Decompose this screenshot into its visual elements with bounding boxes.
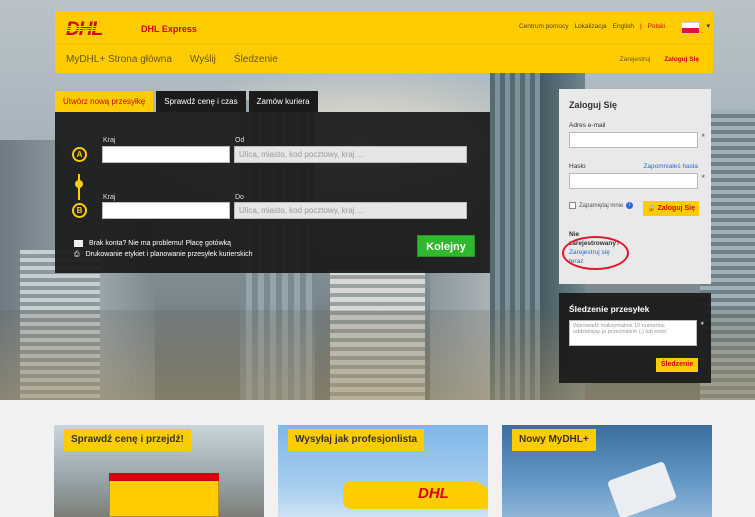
to-country-select[interactable]	[102, 202, 230, 219]
from-country-label: Kraj	[103, 137, 116, 144]
promo-cards-section: Sprawdź cenę i przejdź! DHL Wysyłaj jak …	[0, 400, 755, 517]
plane-logo: DHL	[418, 485, 449, 502]
login-title: Zaloguj Się	[569, 100, 618, 110]
english-link[interactable]: English	[613, 23, 634, 30]
remember-label: Zapamiętaj mnie	[579, 202, 624, 209]
shipment-tabs: Utwórz nową przesyłkę Sprawdź cenę i cza…	[55, 91, 318, 112]
card-title: Sprawdź cenę i przejdź!	[64, 429, 191, 451]
password-label: Hasło	[569, 163, 586, 170]
top-bar: DHL DHL Express Centrum pomocy Lokalizac…	[55, 11, 713, 44]
to-address-input[interactable]: Ulica, miasto, kod pocztowy, kraj ...	[234, 202, 467, 219]
from-address-input[interactable]: Ulica, miasto, kod pocztowy, kraj ...	[234, 146, 467, 163]
login-panel: Zaloguj Się Adres e-mail * Hasło Zapomni…	[559, 89, 711, 284]
remember-me: Zapamiętaj mnie i	[569, 202, 634, 209]
promo-print: Drukowanie etykiet i planowanie przesyłe…	[85, 251, 253, 258]
nav-ship[interactable]: Wyślij	[190, 54, 216, 65]
from-country-select[interactable]	[102, 146, 230, 163]
highlight-circle	[562, 236, 629, 270]
promo-cash: Brak konta? Nie ma problemu! Płacę gotów…	[89, 240, 232, 247]
dhl-plane-image	[343, 481, 488, 509]
login-link[interactable]: Zaloguj Się	[664, 56, 699, 63]
promo-list: Brak konta? Nie ma problemu! Płacę gotów…	[74, 238, 253, 260]
tab-create-shipment[interactable]: Utwórz nową przesyłkę	[55, 91, 154, 112]
chevron-down-icon[interactable]: ▾	[706, 22, 710, 30]
nav-bar: MyDHL+ Strona główna Wyślij Śledzenie Za…	[55, 44, 713, 73]
required-mark: *	[701, 173, 705, 183]
info-icon[interactable]: i	[626, 202, 634, 209]
register-link[interactable]: Zarejestruj	[620, 56, 651, 63]
tracking-input[interactable]: Wprowadź maksymalnie 10 numerów, oddziel…	[569, 320, 697, 346]
required-mark: *	[701, 132, 705, 142]
remember-checkbox[interactable]	[569, 202, 576, 209]
login-button[interactable]: 🔒 Zaloguj Się	[643, 201, 699, 216]
nav-home[interactable]: MyDHL+ Strona główna	[66, 54, 172, 65]
required-mark: *	[700, 320, 704, 330]
card-title: Wysyłaj jak profesjonlista	[288, 429, 425, 451]
to-city-label: Do	[235, 194, 244, 201]
tracking-title: Śledzenie przesyłek	[569, 304, 650, 314]
password-field[interactable]	[569, 173, 698, 189]
help-center-link[interactable]: Centrum pomocy	[519, 23, 569, 30]
origin-marker-icon: A	[72, 147, 87, 162]
to-country-label: Kraj	[103, 194, 116, 201]
main-nav: MyDHL+ Strona główna Wyślij Śledzenie	[66, 54, 278, 65]
next-button[interactable]: Kolejny	[417, 235, 475, 257]
dhl-logo[interactable]: DHL	[63, 19, 131, 41]
from-city-label: Od	[235, 137, 245, 144]
email-field[interactable]	[569, 132, 698, 148]
card-ship-pro[interactable]: DHL Wysyłaj jak profesjonlista	[278, 425, 488, 517]
email-label: Adres e-mail	[569, 122, 606, 129]
tab-check-price[interactable]: Sprawdź cenę i czas	[156, 91, 246, 112]
tracking-panel: Śledzenie przesyłek Wprowadź maksymalnie…	[559, 293, 711, 383]
nav-tracking[interactable]: Śledzenie	[234, 54, 278, 65]
shipment-panel: A B Kraj Od Ulica, miasto, kod pocztowy,…	[55, 112, 490, 273]
polish-link[interactable]: Polski	[648, 23, 665, 30]
card-new-mydhl[interactable]: Nowy MyDHL+	[502, 425, 712, 517]
destination-marker-icon: B	[72, 203, 87, 218]
top-links: Centrum pomocy Lokalizacja English | Pol…	[519, 23, 665, 30]
track-button[interactable]: Śledzenie	[656, 358, 698, 372]
route-dot	[75, 180, 83, 188]
van-stripe	[109, 473, 219, 481]
card-title: Nowy MyDHL+	[512, 429, 596, 451]
card-price[interactable]: Sprawdź cenę i przejdź!	[54, 425, 264, 517]
tab-order-courier[interactable]: Zamów kuriera	[248, 91, 318, 112]
account-links: Zarejestruj Zaloguj Się	[620, 56, 699, 63]
printer-icon: ⎙	[74, 251, 80, 258]
phone-image	[606, 460, 678, 517]
page: DHL DHL Express Centrum pomocy Lokalizac…	[0, 0, 755, 517]
cash-icon	[74, 240, 83, 247]
forgot-password-link[interactable]: Zapomniałeś hasła	[643, 163, 698, 170]
brand-subtitle: DHL Express	[141, 24, 197, 34]
location-link[interactable]: Lokalizacja	[574, 23, 606, 30]
poland-flag-icon[interactable]	[681, 22, 700, 34]
separator: |	[639, 23, 642, 30]
